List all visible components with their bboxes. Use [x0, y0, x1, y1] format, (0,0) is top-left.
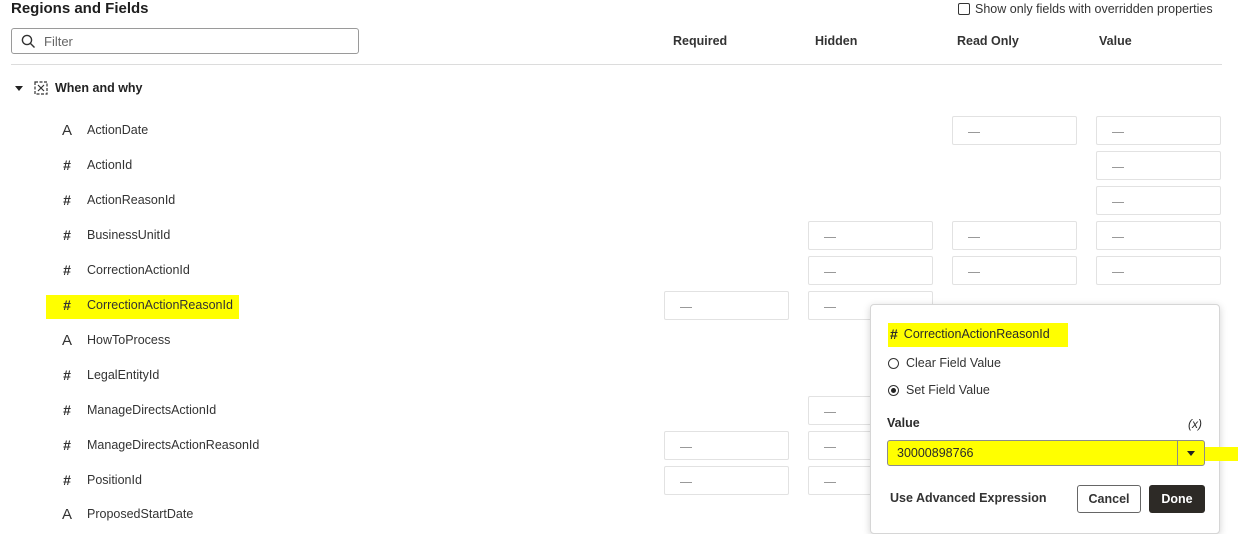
cancel-button[interactable]: Cancel	[1077, 485, 1141, 513]
value-popup: # CorrectionActionReasonId Clear Field V…	[870, 304, 1220, 534]
read-only-cell[interactable]	[952, 256, 1077, 285]
field-name: LegalEntityId	[87, 368, 160, 382]
field-row[interactable]: # PositionId	[58, 470, 142, 490]
field-name: BusinessUnitId	[87, 228, 171, 242]
field-name: CorrectionActionId	[87, 263, 190, 277]
number-icon: #	[63, 402, 71, 418]
use-advanced-expression-link[interactable]: Use Advanced Expression	[890, 491, 1047, 505]
filter-placeholder: Filter	[44, 33, 73, 49]
field-name: ManageDirectsActionReasonId	[87, 438, 260, 452]
value-select-text: 30000898766	[897, 446, 974, 460]
field-row[interactable]: # ManageDirectsActionId	[58, 400, 216, 420]
number-icon: #	[63, 227, 71, 243]
text-icon: A	[61, 121, 72, 139]
field-row-selected[interactable]: # CorrectionActionReasonId	[46, 295, 239, 319]
header-divider	[11, 64, 1222, 65]
required-cell[interactable]	[664, 431, 789, 460]
overridden-filter-checkbox[interactable]: Show only fields with overridden propert…	[958, 2, 1213, 16]
number-icon: #	[63, 367, 71, 383]
hidden-cell[interactable]	[808, 256, 933, 285]
chevron-down-icon	[1187, 450, 1195, 456]
field-name: HowToProcess	[87, 333, 171, 347]
number-icon: #	[63, 157, 71, 173]
field-row[interactable]: A HowToProcess	[58, 330, 170, 350]
filter-input[interactable]: Filter	[11, 28, 359, 54]
checkbox-icon[interactable]	[958, 3, 970, 15]
required-cell[interactable]	[664, 466, 789, 495]
radio-selected-icon[interactable]	[888, 384, 899, 396]
field-row[interactable]: # CorrectionActionId	[58, 260, 190, 280]
value-select[interactable]: 30000898766	[887, 440, 1205, 466]
number-icon: #	[63, 262, 71, 278]
field-row[interactable]: A ActionDate	[58, 120, 148, 140]
column-header-required: Required	[673, 34, 728, 48]
column-header-value: Value	[1099, 34, 1132, 48]
field-name: CorrectionActionReasonId	[87, 298, 233, 312]
value-cell[interactable]	[1096, 116, 1221, 145]
overridden-filter-label: Show only fields with overridden propert…	[975, 2, 1213, 16]
dropdown-button[interactable]	[1177, 441, 1204, 465]
value-cell[interactable]	[1096, 151, 1221, 180]
done-button[interactable]: Done	[1149, 485, 1205, 513]
popup-field-header: # CorrectionActionReasonId	[888, 323, 1068, 347]
field-row[interactable]: # ManageDirectsActionReasonId	[58, 435, 259, 455]
region-icon	[34, 81, 48, 95]
set-field-value-radio[interactable]: Set Field Value	[888, 383, 990, 397]
field-name: ActionId	[87, 158, 133, 172]
field-row[interactable]: A ProposedStartDate	[58, 504, 193, 524]
number-icon: #	[63, 472, 71, 488]
column-header-hidden: Hidden	[815, 34, 858, 48]
field-row[interactable]: # LegalEntityId	[58, 365, 159, 385]
expression-toggle[interactable]: (x)	[1188, 417, 1202, 431]
search-icon	[21, 34, 35, 48]
set-field-value-label: Set Field Value	[906, 383, 990, 397]
column-header-read-only: Read Only	[957, 34, 1019, 48]
region-label: When and why	[55, 81, 143, 95]
text-icon: A	[61, 331, 72, 349]
required-cell[interactable]	[664, 291, 789, 320]
number-icon: #	[63, 192, 71, 208]
read-only-cell[interactable]	[952, 221, 1077, 250]
field-name: ProposedStartDate	[87, 507, 194, 521]
field-name: PositionId	[87, 473, 142, 487]
radio-icon[interactable]	[888, 357, 899, 369]
caret-down-icon[interactable]	[15, 85, 23, 91]
value-label: Value	[887, 416, 920, 430]
number-icon: #	[890, 326, 898, 342]
value-cell[interactable]	[1096, 186, 1221, 215]
field-name: ActionReasonId	[87, 193, 176, 207]
clear-field-value-label: Clear Field Value	[906, 356, 1001, 370]
highlight-mark	[1205, 447, 1238, 461]
field-row[interactable]: # ActionId	[58, 155, 132, 175]
field-row[interactable]: # ActionReasonId	[58, 190, 175, 210]
value-cell[interactable]	[1096, 221, 1221, 250]
field-row[interactable]: # BusinessUnitId	[58, 225, 170, 245]
field-name: ActionDate	[87, 123, 149, 137]
number-icon: #	[63, 437, 71, 453]
popup-field-name: CorrectionActionReasonId	[903, 327, 1050, 341]
hidden-cell[interactable]	[808, 221, 933, 250]
field-name: ManageDirectsActionId	[87, 403, 217, 417]
clear-field-value-radio[interactable]: Clear Field Value	[888, 356, 1001, 370]
number-icon: #	[63, 297, 71, 313]
value-cell[interactable]	[1096, 256, 1221, 285]
region-when-and-why[interactable]: When and why	[15, 81, 143, 95]
page-title: Regions and Fields	[11, 0, 149, 17]
read-only-cell[interactable]	[952, 116, 1077, 145]
